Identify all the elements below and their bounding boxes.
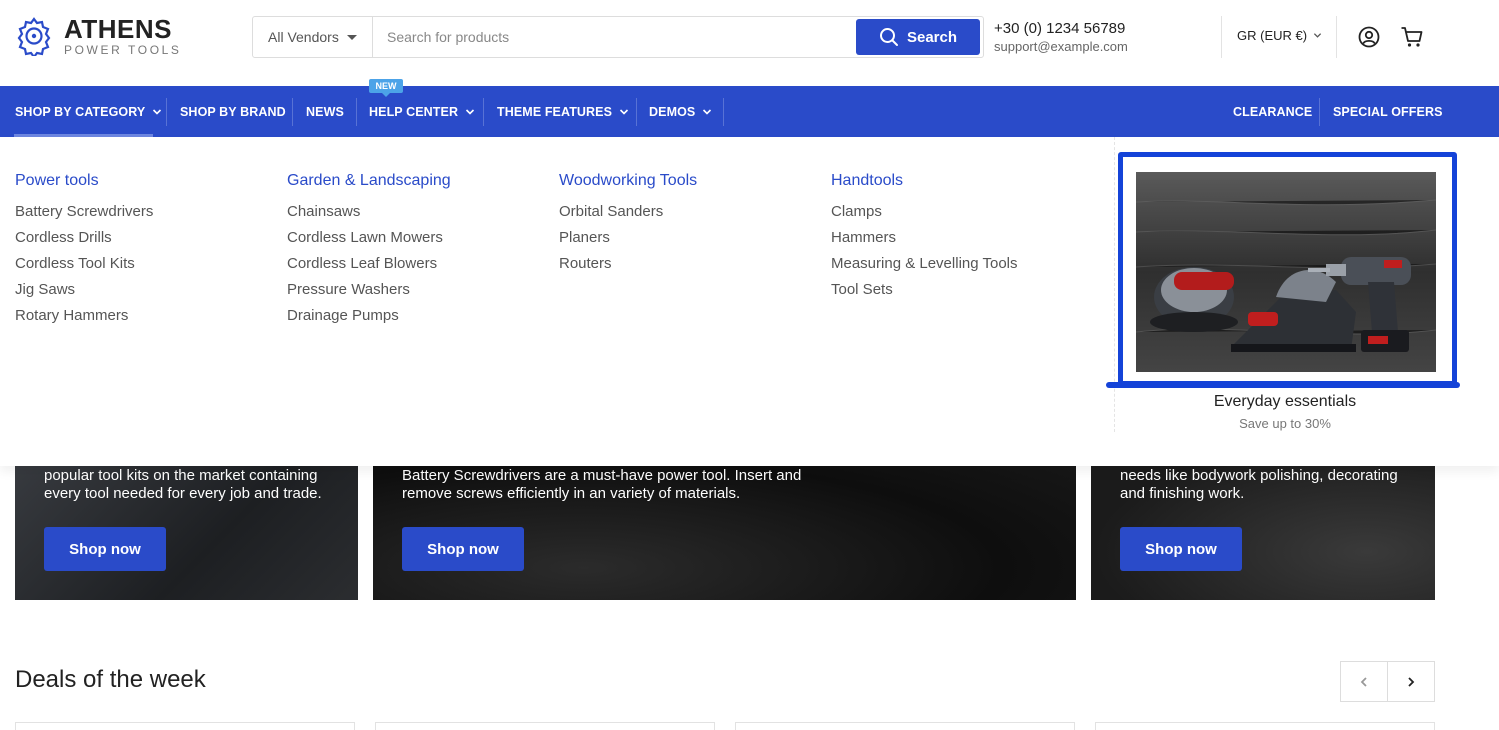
brand-name: ATHENS [64, 14, 172, 44]
nav-label: SHOP BY CATEGORY [15, 104, 146, 119]
category-link[interactable]: Hammers [831, 225, 1018, 251]
search-icon [879, 28, 898, 46]
category-link[interactable]: Jig Saws [15, 277, 153, 303]
nav-label: CLEARANCE [1233, 104, 1313, 119]
mega-menu-column: Handtools Clamps Hammers Measuring & Lev… [831, 172, 1018, 303]
nav-divider [636, 98, 637, 126]
search-button[interactable]: Search [856, 19, 980, 55]
category-link[interactable]: Tool Sets [831, 277, 1018, 303]
category-link[interactable]: Drainage Pumps [287, 303, 451, 329]
nav-divider [166, 98, 167, 126]
currency-label: GR (EUR €) [1237, 28, 1308, 43]
category-link[interactable]: Chainsaws [287, 199, 451, 225]
category-link[interactable]: Cordless Drills [15, 225, 153, 251]
nav-label: DEMOS [649, 104, 696, 119]
nav-theme-features[interactable]: THEME FEATURES [497, 86, 629, 137]
category-link[interactable]: Pressure Washers [287, 277, 451, 303]
nav-clearance[interactable]: CLEARANCE [1233, 86, 1312, 137]
account-icon [1358, 26, 1380, 48]
deal-card[interactable] [735, 722, 1075, 730]
category-link[interactable]: Rotary Hammers [15, 303, 153, 329]
featured-tools-image[interactable] [1136, 172, 1436, 372]
nav-divider [292, 98, 293, 126]
deals-heading: Deals of the week [15, 666, 206, 693]
chevron-down-icon [1313, 33, 1322, 38]
featured-promo-title: Everyday essentials [1213, 393, 1357, 410]
promo-text: Battery Screwdrivers are a must-have pow… [402, 467, 802, 502]
mega-menu: Power tools Battery Screwdrivers Cordles… [0, 137, 1499, 466]
category-heading-handtools[interactable]: Handtools [831, 172, 1018, 190]
chevron-down-icon [619, 108, 629, 115]
category-link[interactable]: Cordless Lawn Mowers [287, 225, 451, 251]
header-divider [1336, 16, 1337, 58]
deal-card[interactable] [1095, 722, 1435, 730]
cart-icon [1401, 27, 1423, 47]
nav-demos[interactable]: DEMOS [649, 86, 712, 137]
promo-text: popular tool kits on the market containi… [44, 467, 322, 502]
cart-button[interactable] [1399, 24, 1425, 50]
nav-label: SHOP BY BRAND [180, 104, 286, 119]
main-nav: SHOP BY CATEGORY SHOP BY BRAND NEWS HELP… [0, 86, 1499, 137]
category-heading-power-tools[interactable]: Power tools [15, 172, 153, 190]
contact-email[interactable]: support@example.com [994, 39, 1128, 54]
category-link[interactable]: Measuring & Levelling Tools [831, 251, 1018, 277]
nav-news[interactable]: NEWS [306, 86, 344, 137]
gear-logo-icon [17, 17, 51, 56]
category-link[interactable]: Cordless Tool Kits [15, 251, 153, 277]
mega-menu-column: Garden & Landscaping Chainsaws Cordless … [287, 172, 451, 329]
mega-menu-column: Power tools Battery Screwdrivers Cordles… [15, 172, 153, 329]
highlight-annotation-stroke [1106, 382, 1460, 388]
caret-down-icon [346, 34, 357, 40]
site-header: ATHENS POWER TOOLS All Vendors Search +3… [0, 0, 1499, 86]
category-link[interactable]: Battery Screwdrivers [15, 199, 153, 225]
shop-now-button[interactable]: Shop now [44, 527, 166, 571]
category-link[interactable]: Orbital Sanders [559, 199, 697, 225]
contact-info: +30 (0) 1234 56789 support@example.com [994, 20, 1128, 54]
header-divider [1221, 16, 1222, 58]
nav-special-offers[interactable]: SPECIAL OFFERS [1333, 86, 1443, 137]
search-bar: All Vendors Search [252, 16, 984, 58]
chevron-right-icon [1408, 676, 1415, 687]
nav-divider [483, 98, 484, 126]
chevron-left-icon [1360, 676, 1367, 687]
category-heading-garden[interactable]: Garden & Landscaping [287, 172, 451, 190]
category-link[interactable]: Planers [559, 225, 697, 251]
category-heading-woodworking[interactable]: Woodworking Tools [559, 172, 697, 190]
mega-menu-column: Woodworking Tools Orbital Sanders Planer… [559, 172, 697, 277]
nav-divider [1319, 98, 1320, 126]
category-link[interactable]: Cordless Leaf Blowers [287, 251, 451, 277]
currency-selector[interactable]: GR (EUR €) [1237, 28, 1322, 43]
search-input[interactable] [373, 17, 856, 57]
new-badge: NEW [369, 79, 403, 97]
nav-label: THEME FEATURES [497, 104, 613, 119]
deal-card[interactable] [15, 722, 355, 730]
carousel-next-button[interactable] [1387, 661, 1435, 702]
nav-divider [356, 98, 357, 126]
deal-card[interactable] [375, 722, 715, 730]
nav-label: SPECIAL OFFERS [1333, 104, 1443, 119]
category-link[interactable]: Routers [559, 251, 697, 277]
shop-now-button[interactable]: Shop now [402, 527, 524, 571]
vendor-select[interactable]: All Vendors [253, 17, 373, 57]
logo[interactable]: ATHENS POWER TOOLS [14, 16, 182, 56]
chevron-down-icon [703, 108, 712, 115]
nav-label: HELP CENTER [369, 104, 459, 119]
nav-label: NEWS [306, 104, 344, 119]
power-tools-illustration [1136, 172, 1436, 372]
carousel-prev-button[interactable] [1340, 661, 1388, 702]
promo-text: needs like bodywork polishing, decoratin… [1120, 467, 1398, 502]
nav-shop-by-category[interactable]: SHOP BY CATEGORY [15, 86, 162, 137]
nav-shop-by-brand[interactable]: SHOP BY BRAND [180, 86, 286, 137]
contact-phone[interactable]: +30 (0) 1234 56789 [994, 20, 1128, 38]
brand-tagline: POWER TOOLS [64, 43, 182, 57]
account-button[interactable] [1356, 24, 1382, 50]
vendor-select-label: All Vendors [268, 29, 339, 45]
chevron-down-icon [466, 108, 475, 115]
shop-now-button[interactable]: Shop now [1120, 527, 1242, 571]
featured-promo-subtitle: Save up to 30% [1239, 416, 1331, 431]
category-link[interactable]: Clamps [831, 199, 1018, 225]
chevron-down-icon [153, 108, 162, 115]
nav-divider [723, 98, 724, 126]
search-button-label: Search [906, 28, 958, 46]
